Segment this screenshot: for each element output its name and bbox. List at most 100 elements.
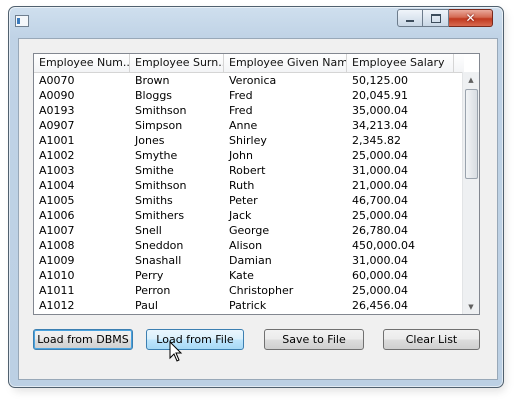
cell-given-name: Shirley — [229, 134, 267, 147]
cell-salary: 26,780.04 — [352, 224, 408, 237]
vertical-scrollbar[interactable]: ▲ ▼ — [462, 72, 479, 314]
scroll-up-arrow-icon[interactable]: ▲ — [463, 72, 479, 88]
save-to-file-button[interactable]: Save to File — [264, 329, 364, 350]
cell-salary: 25,000.04 — [352, 209, 408, 222]
load-from-file-button[interactable]: Load from File — [146, 329, 244, 350]
cell-salary: 50,125.00 — [352, 74, 408, 87]
clear-list-button[interactable]: Clear List — [383, 329, 480, 350]
cell-salary: 31,000.04 — [352, 164, 408, 177]
column-header-employee-salary[interactable]: Employee Salary — [347, 54, 454, 72]
cell-surname: Paul — [135, 299, 158, 312]
table-row[interactable]: A1004 Smithson Ruth 21,000.04 — [34, 178, 464, 193]
cell-salary: 34,213.04 — [352, 119, 408, 132]
table-row[interactable]: A1011 Perron Christopher 25,000.04 — [34, 283, 464, 298]
mouse-pointer-icon — [169, 341, 183, 362]
table-row[interactable]: A0907 Simpson Anne 34,213.04 — [34, 118, 464, 133]
app-window-icon — [15, 15, 29, 27]
cell-salary: 31,000.04 — [352, 254, 408, 267]
cell-employee-number: A1009 — [39, 254, 75, 267]
table-row[interactable]: A0193 Smithson Fred 35,000.04 — [34, 103, 464, 118]
cell-employee-number: A1011 — [39, 284, 75, 297]
scrollbar-thumb[interactable] — [465, 89, 478, 179]
cell-given-name: Robert — [229, 164, 266, 177]
cell-surname: Snashall — [135, 254, 182, 267]
table-body: A0070 Brown Veronica 50,125.00 A0090 Bloggs Fr… — [34, 73, 464, 314]
cell-surname: Perron — [135, 284, 171, 297]
cell-given-name: Patrick — [229, 299, 267, 312]
table-row[interactable]: A0090 Bloggs Fred 20,045.91 — [34, 88, 464, 103]
cell-employee-number: A1004 — [39, 179, 75, 192]
employee-list-view[interactable]: Employee Num... Employee Surn... Employe… — [33, 53, 480, 315]
table-row[interactable]: A1010 Perry Kate 60,000.04 — [34, 268, 464, 283]
scroll-down-arrow-icon[interactable]: ▼ — [463, 299, 479, 314]
cell-salary: 2,345.82 — [352, 134, 401, 147]
maximize-button[interactable] — [423, 9, 449, 27]
cell-salary: 25,000.04 — [352, 284, 408, 297]
caption-buttons: ✕ — [397, 9, 493, 29]
cell-employee-number: A1006 — [39, 209, 75, 222]
load-from-dbms-button[interactable]: Load from DBMS — [33, 329, 133, 350]
cell-employee-number: A0090 — [39, 89, 75, 102]
cell-given-name: Anne — [229, 119, 258, 132]
table-row[interactable]: A1013PattinsonGeorge78,977.04 — [34, 313, 464, 314]
close-icon: ✕ — [465, 11, 476, 25]
table-row[interactable]: A1012 Paul Patrick 26,456.04 — [34, 298, 464, 313]
cell-surname: Smithe — [135, 164, 174, 177]
cell-employee-number: A1003 — [39, 164, 75, 177]
table-header: Employee Num... Employee Surn... Employe… — [34, 54, 464, 73]
table-row[interactable]: A1001 Jones Shirley 2,345.82 — [34, 133, 464, 148]
cell-surname: Smiths — [135, 194, 173, 207]
cell-given-name: Damian — [229, 254, 272, 267]
table-row[interactable]: A1002 Smythe John 25,000.04 — [34, 148, 464, 163]
table-row[interactable]: A1006 Smithers Jack 25,000.04 — [34, 208, 464, 223]
cell-surname: Smythe — [135, 149, 178, 162]
cell-employee-number: A1001 — [39, 134, 75, 147]
cell-given-name: Kate — [229, 269, 254, 282]
cell-employee-number: A1002 — [39, 149, 75, 162]
minimize-icon — [406, 19, 414, 22]
cell-surname: Sneddon — [135, 239, 184, 252]
minimize-button[interactable] — [397, 9, 423, 27]
column-header-employee-given-name[interactable]: Employee Given Nam... — [224, 54, 347, 72]
cell-salary: 25,000.04 — [352, 149, 408, 162]
cell-salary: 46,700.04 — [352, 194, 408, 207]
cell-employee-number: A0193 — [39, 104, 75, 117]
table-row[interactable]: A1007 Snell George 26,780.04 — [34, 223, 464, 238]
cell-given-name: Fred — [229, 89, 253, 102]
cell-employee-number: A1013 — [34, 313, 130, 314]
table-row[interactable]: A1008 Sneddon Alison 450,000.04 — [34, 238, 464, 253]
cell-employee-number: A0907 — [39, 119, 75, 132]
cell-surname: Perry — [135, 269, 164, 282]
maximize-icon — [430, 13, 441, 23]
table-row[interactable]: A1009 Snashall Damian 31,000.04 — [34, 253, 464, 268]
cell-employee-number: A1005 — [39, 194, 75, 207]
cell-employee-number: A1007 — [39, 224, 75, 237]
cell-salary: 26,456.04 — [352, 299, 408, 312]
cell-given-name: John — [229, 149, 253, 162]
cell-surname: Jones — [135, 134, 165, 147]
cell-surname: Brown — [135, 74, 170, 87]
cell-given-name: Ruth — [229, 179, 255, 192]
cell-employee-number: A1010 — [39, 269, 75, 282]
cell-given-name: Christopher — [229, 284, 294, 297]
cell-surname: Pattinson — [130, 313, 224, 314]
cell-employee-number: A1012 — [39, 299, 75, 312]
cell-given-name: Fred — [229, 104, 253, 117]
close-button[interactable]: ✕ — [449, 9, 493, 27]
cell-salary: 35,000.04 — [352, 104, 408, 117]
cell-surname: Smithson — [135, 104, 187, 117]
cell-surname: Simpson — [135, 119, 183, 132]
cell-given-name: George — [224, 313, 347, 314]
cell-surname: Snell — [135, 224, 162, 237]
column-header-employee-surname[interactable]: Employee Surn... — [130, 54, 224, 72]
cell-salary: 21,000.04 — [352, 179, 408, 192]
cell-surname: Bloggs — [135, 89, 173, 102]
table-row[interactable]: A1003 Smithe Robert 31,000.04 — [34, 163, 464, 178]
table-row[interactable]: A1005 Smiths Peter 46,700.04 — [34, 193, 464, 208]
cell-given-name: Veronica — [229, 74, 277, 87]
cell-salary: 450,000.04 — [352, 239, 415, 252]
table-row[interactable]: A0070 Brown Veronica 50,125.00 — [34, 73, 464, 88]
cell-employee-number: A1008 — [39, 239, 75, 252]
cell-salary: 20,045.91 — [352, 89, 408, 102]
column-header-employee-number[interactable]: Employee Num... — [34, 54, 130, 72]
